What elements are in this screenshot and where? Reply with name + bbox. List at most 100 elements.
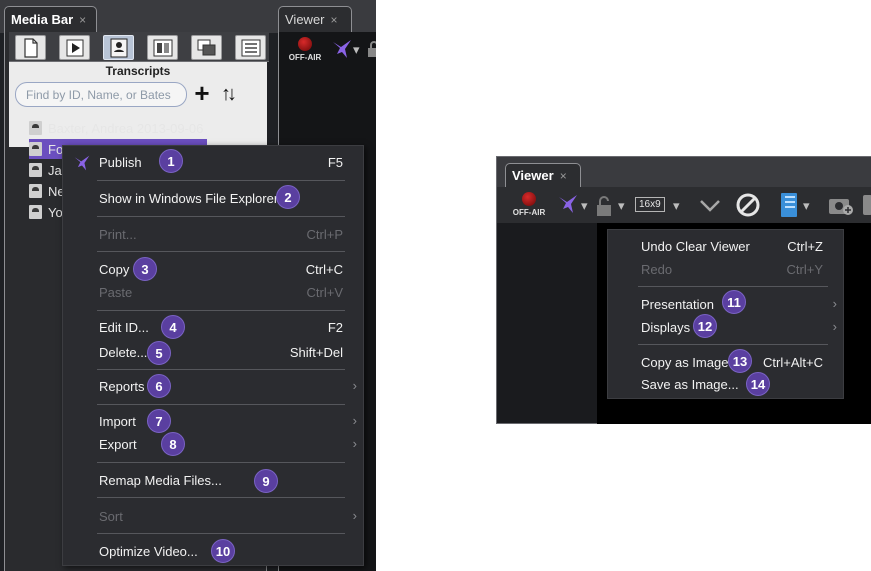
tab-viewer[interactable]: Viewer × [278, 6, 352, 33]
callout-badge: 14 [746, 372, 770, 396]
document-icon[interactable] [15, 35, 46, 60]
callout-badge: 10 [211, 539, 235, 563]
menu-separator [97, 180, 345, 181]
menu-item-shortcut: Ctrl+C [305, 262, 343, 277]
menu-item-label: Copy as Image [641, 355, 729, 370]
chevron-down-icon[interactable]: ▾ [581, 198, 588, 214]
chevron-down-icon[interactable]: ▾ [673, 198, 680, 214]
menu-item-displays[interactable]: Displays › [608, 316, 843, 338]
transcript-file-icon [29, 205, 42, 219]
tab-viewer[interactable]: Viewer × [505, 163, 581, 187]
callout-badge: 9 [254, 469, 278, 493]
search-input[interactable]: Find by ID, Name, or Bates [15, 82, 187, 107]
list-item-label: Fo [48, 141, 64, 157]
menu-item-paste[interactable]: Paste Ctrl+V [63, 281, 363, 303]
menu-item-publish[interactable]: Publish F5 [63, 151, 363, 173]
notebook-icon[interactable] [779, 192, 799, 218]
menu-item-label: Presentation [641, 297, 714, 312]
menu-item-label: Remap Media Files... [99, 473, 222, 488]
menu-item-import[interactable]: Import › [63, 410, 363, 432]
chevron-down-icon[interactable]: ▾ [803, 198, 810, 214]
chevron-down-icon[interactable]: ▾ [353, 42, 360, 58]
menu-item-remap-media[interactable]: Remap Media Files... [63, 469, 363, 491]
left-tabstrip: Media Bar × Viewer × [0, 0, 376, 33]
menu-item-label: Optimize Video... [99, 544, 198, 559]
transcripts-title: Transcripts [105, 64, 171, 78]
padlock-icon[interactable] [595, 195, 613, 217]
menu-item-label: Export [99, 437, 137, 452]
submenu-arrow-icon: › [352, 436, 357, 451]
menu-item-export[interactable]: Export › [63, 433, 363, 455]
chevron-down-icon[interactable]: ▾ [618, 198, 625, 214]
menu-separator [97, 369, 345, 370]
menu-separator [97, 310, 345, 311]
menu-item-undo-clear-viewer[interactable]: Undo Clear Viewer Ctrl+Z [608, 235, 843, 257]
callout-badge: 7 [147, 409, 171, 433]
pages-icon[interactable] [235, 35, 266, 60]
menu-item-copy-as-image[interactable]: Copy as Image Ctrl+Alt+C [608, 351, 843, 373]
menu-item-save-as-image[interactable]: Save as Image... [608, 373, 843, 395]
menu-item-shortcut: F2 [327, 320, 343, 335]
menu-item-edit-id[interactable]: Edit ID... F2 [63, 316, 363, 338]
aspect-ratio-select[interactable]: 16x9 [635, 197, 665, 212]
menu-item-label: Delete... [99, 345, 148, 360]
close-icon[interactable]: × [560, 169, 567, 183]
callout-badge: 1 [159, 149, 183, 173]
close-icon[interactable]: × [331, 13, 338, 27]
play-icon[interactable] [59, 35, 90, 60]
menu-separator [97, 216, 345, 217]
callout-badge: 6 [147, 374, 171, 398]
tab-viewer-label: Viewer [512, 168, 554, 183]
sort-button[interactable]: ↑↓ [214, 82, 240, 106]
menu-separator [638, 286, 828, 287]
menu-item-label: Reports [99, 379, 145, 394]
tab-media-bar[interactable]: Media Bar × [4, 6, 97, 33]
add-transcript-button[interactable]: + [191, 80, 213, 106]
menu-separator [97, 462, 345, 463]
callout-badge: 11 [722, 290, 746, 314]
callout-badge: 8 [161, 432, 185, 456]
submenu-arrow-icon: › [352, 378, 357, 393]
off-air-led-icon [298, 37, 312, 51]
tab-viewer-label: Viewer [285, 12, 325, 27]
menu-item-print[interactable]: Print... Ctrl+P [63, 223, 363, 245]
list-item-label: Baxter, Andrea 2013-09-06 [48, 120, 204, 136]
toolbar-overflow-icon[interactable] [863, 195, 871, 215]
camera-add-icon[interactable] [827, 194, 855, 216]
viewer-context-menu: Undo Clear Viewer Ctrl+Z Redo Ctrl+Y Pre… [607, 229, 844, 399]
clips-icon[interactable] [191, 35, 222, 60]
menu-item-shortcut: Shift+Del [289, 345, 343, 360]
callout-badge: 3 [133, 257, 157, 281]
publish-bird-icon[interactable] [331, 38, 353, 60]
exhibit-icon[interactable] [147, 35, 178, 60]
menu-item-copy[interactable]: Copy Ctrl+C [63, 258, 363, 280]
transcript-file-icon [29, 121, 42, 135]
submenu-arrow-icon: › [352, 508, 357, 523]
list-item-label: Yo [48, 204, 63, 220]
menu-separator [97, 404, 345, 405]
media-bar-icon-bar [9, 32, 269, 62]
publish-bird-icon [74, 155, 90, 171]
menu-item-reports[interactable]: Reports › [63, 375, 363, 397]
menu-item-label: Show in Windows File Explorer [99, 191, 279, 206]
menu-item-label: Publish [99, 155, 142, 170]
menu-item-label: Edit ID... [99, 320, 149, 335]
menu-item-show-in-explorer[interactable]: Show in Windows File Explorer [63, 187, 363, 209]
off-air-indicator[interactable]: OFF-AIR [507, 192, 551, 217]
menu-item-delete[interactable]: Delete... Shift+Del [63, 341, 363, 363]
no-entry-icon[interactable] [735, 192, 761, 218]
off-air-indicator[interactable]: OFF-AIR [283, 37, 327, 62]
menu-item-shortcut: Ctrl+V [306, 285, 343, 300]
transcript-icon[interactable] [103, 35, 134, 60]
padlock-icon[interactable] [367, 40, 376, 58]
menu-item-redo[interactable]: Redo Ctrl+Y [608, 258, 843, 280]
menu-item-sort[interactable]: Sort › [63, 505, 363, 527]
menu-item-label: Print... [99, 227, 137, 242]
close-icon[interactable]: × [79, 13, 86, 27]
list-item[interactable]: Baxter, Andrea 2013-09-06 [29, 118, 261, 138]
menu-separator [638, 344, 828, 345]
check-icon[interactable] [699, 197, 721, 213]
menu-item-label: Redo [641, 262, 673, 277]
menu-item-label: Import [99, 414, 136, 429]
publish-bird-icon[interactable] [557, 193, 579, 215]
